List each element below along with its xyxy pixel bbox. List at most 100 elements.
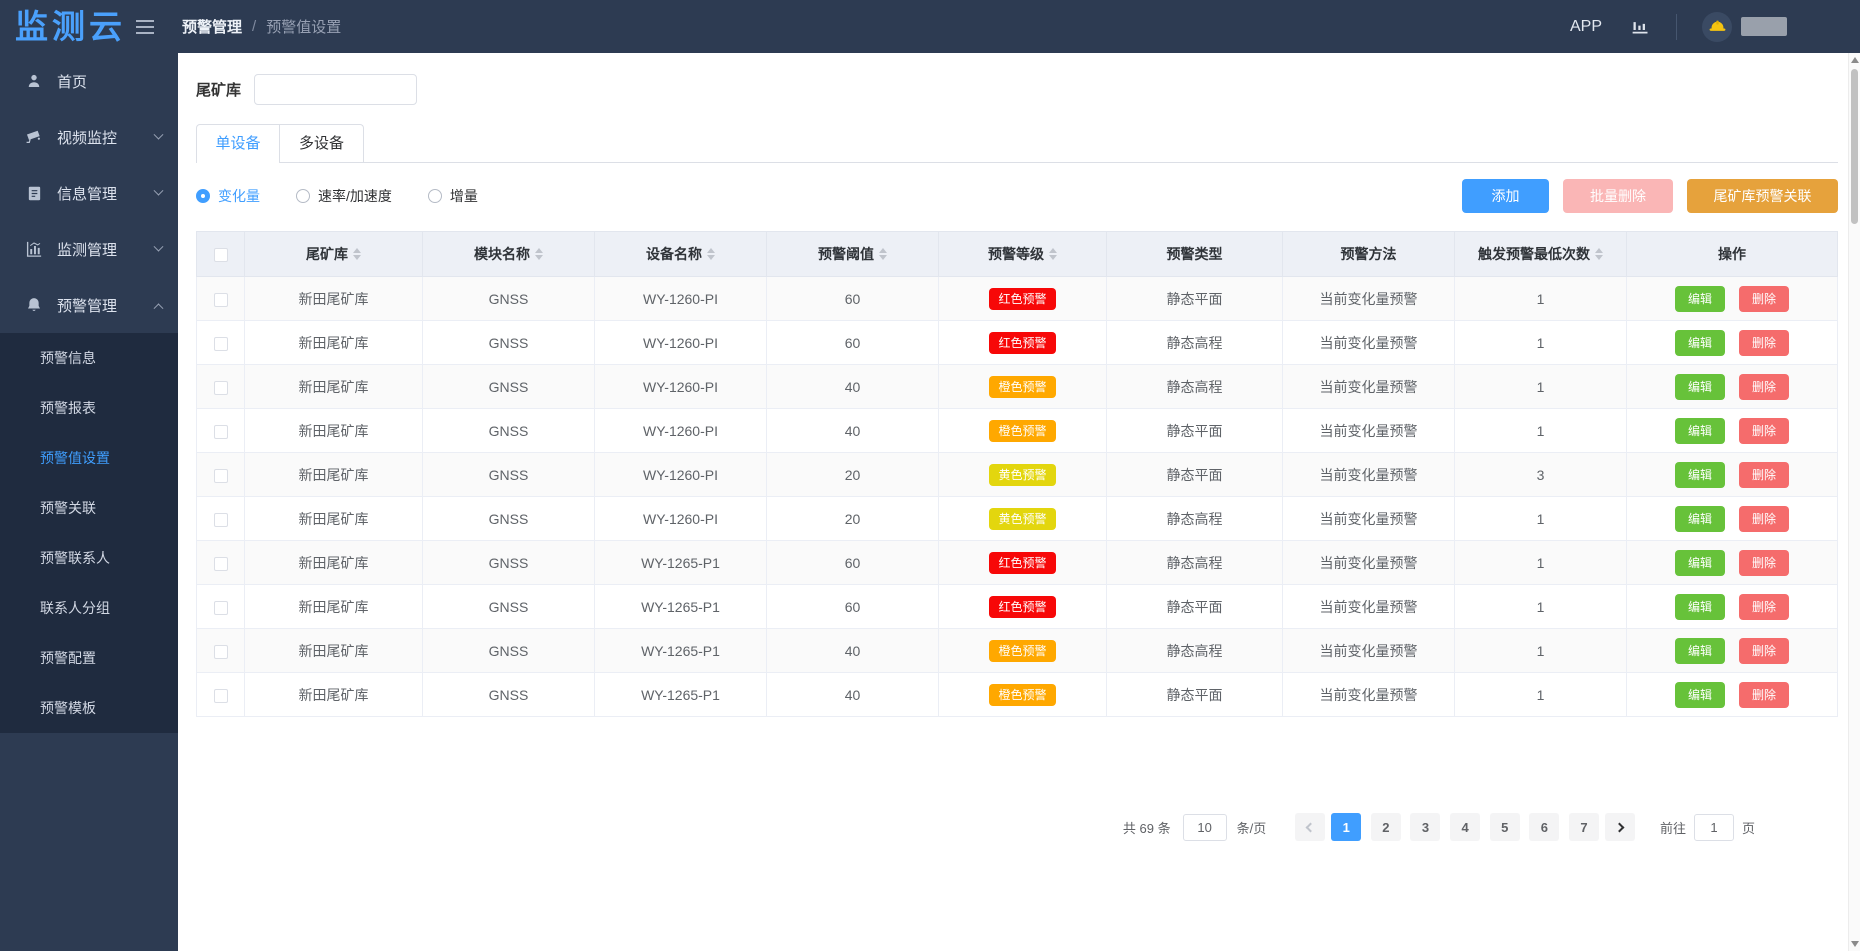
scroll-down-icon[interactable] xyxy=(1851,941,1859,947)
col-module[interactable]: 模块名称 xyxy=(423,232,595,277)
cell-min-count: 1 xyxy=(1455,409,1627,453)
cell-device: WY-1260-PI xyxy=(595,409,767,453)
row-checkbox[interactable] xyxy=(214,381,228,395)
sidebar-item-info[interactable]: 信息管理 xyxy=(0,165,178,221)
row-checkbox[interactable] xyxy=(214,645,228,659)
page-button[interactable]: 2 xyxy=(1371,813,1401,841)
col-level[interactable]: 预警等级 xyxy=(939,232,1107,277)
add-button[interactable]: 添加 xyxy=(1462,179,1549,213)
sort-icon[interactable] xyxy=(1595,248,1603,260)
scrollbar-thumb[interactable] xyxy=(1851,69,1858,224)
pagination: 共 69 条 条/页 1 2 3 4 5 6 7 前往 页 xyxy=(196,813,1838,841)
hamburger-icon[interactable] xyxy=(136,20,154,34)
row-checkbox[interactable] xyxy=(214,557,228,571)
delete-button[interactable]: 删除 xyxy=(1739,286,1789,312)
col-tailings[interactable]: 尾矿库 xyxy=(245,232,423,277)
goto-suffix: 页 xyxy=(1742,818,1755,837)
edit-button[interactable]: 编辑 xyxy=(1675,594,1725,620)
prev-page-button[interactable] xyxy=(1295,813,1325,841)
radio-rate-acceleration[interactable]: 速率/加速度 xyxy=(296,186,392,206)
page-button[interactable]: 6 xyxy=(1529,813,1559,841)
delete-button[interactable]: 删除 xyxy=(1739,418,1789,444)
cell-device: WY-1265-P1 xyxy=(595,585,767,629)
chevron-down-icon xyxy=(154,129,164,139)
scroll-up-icon[interactable] xyxy=(1851,57,1859,63)
next-page-button[interactable] xyxy=(1605,813,1635,841)
hard-hat-icon xyxy=(1708,17,1727,36)
edit-button[interactable]: 编辑 xyxy=(1675,682,1725,708)
delete-button[interactable]: 删除 xyxy=(1739,374,1789,400)
page-size-input[interactable] xyxy=(1183,814,1227,841)
submenu-item[interactable]: 预警配置 xyxy=(0,633,178,683)
tailings-warning-link-button[interactable]: 尾矿库预警关联 xyxy=(1687,179,1838,213)
cell-module: GNSS xyxy=(423,321,595,365)
row-checkbox[interactable] xyxy=(214,689,228,703)
row-checkbox[interactable] xyxy=(214,469,228,483)
edit-button[interactable]: 编辑 xyxy=(1675,418,1725,444)
page-button[interactable]: 5 xyxy=(1490,813,1520,841)
sidebar-item-warning[interactable]: 预警管理 xyxy=(0,277,178,333)
edit-button[interactable]: 编辑 xyxy=(1675,462,1725,488)
sort-icon[interactable] xyxy=(535,248,543,260)
breadcrumb-section[interactable]: 预警管理 xyxy=(182,16,242,37)
row-checkbox[interactable] xyxy=(214,293,228,307)
radio-increment[interactable]: 增量 xyxy=(428,186,478,206)
vertical-scrollbar[interactable] xyxy=(1848,53,1860,951)
goto-page-input[interactable] xyxy=(1694,814,1734,841)
edit-button[interactable]: 编辑 xyxy=(1675,330,1725,356)
submenu-item[interactable]: 预警模板 xyxy=(0,683,178,733)
submenu-item[interactable]: 预警值设置 xyxy=(0,433,178,483)
page-button[interactable]: 3 xyxy=(1410,813,1440,841)
select-all-checkbox[interactable] xyxy=(214,248,228,262)
sort-icon[interactable] xyxy=(353,248,361,260)
row-checkbox[interactable] xyxy=(214,425,228,439)
cell-threshold: 40 xyxy=(767,673,939,717)
edit-button[interactable]: 编辑 xyxy=(1675,286,1725,312)
cell-device: WY-1265-P1 xyxy=(595,629,767,673)
avatar[interactable] xyxy=(1702,12,1732,42)
delete-button[interactable]: 删除 xyxy=(1739,550,1789,576)
delete-button[interactable]: 删除 xyxy=(1739,462,1789,488)
batch-delete-button[interactable]: 批量删除 xyxy=(1563,179,1673,213)
col-device[interactable]: 设备名称 xyxy=(595,232,767,277)
edit-button[interactable]: 编辑 xyxy=(1675,638,1725,664)
edit-button[interactable]: 编辑 xyxy=(1675,506,1725,532)
delete-button[interactable]: 删除 xyxy=(1739,638,1789,664)
delete-button[interactable]: 删除 xyxy=(1739,330,1789,356)
submenu-item[interactable]: 预警报表 xyxy=(0,383,178,433)
cell-threshold: 20 xyxy=(767,497,939,541)
sidebar-item-home[interactable]: 首页 xyxy=(0,53,178,109)
submenu-item[interactable]: 联系人分组 xyxy=(0,583,178,633)
sidebar-item-video[interactable]: 视频监控 xyxy=(0,109,178,165)
edit-button[interactable]: 编辑 xyxy=(1675,550,1725,576)
radio-change-amount[interactable]: 变化量 xyxy=(196,186,260,206)
tailings-filter-input[interactable] xyxy=(254,74,417,105)
table-header-row: 尾矿库 模块名称 设备名称 预警阈值 预警等级 预警类型 预警方法 触发预警最低… xyxy=(197,232,1838,277)
sidebar-item-monitor[interactable]: 监测管理 xyxy=(0,221,178,277)
col-min-count[interactable]: 触发预警最低次数 xyxy=(1455,232,1627,277)
sort-icon[interactable] xyxy=(1049,248,1057,260)
sort-icon[interactable] xyxy=(879,248,887,260)
table-row: 新田尾矿库 GNSS WY-1260-PI 40 橙色预警 静态高程 当前变化量… xyxy=(197,365,1838,409)
sort-icon[interactable] xyxy=(707,248,715,260)
delete-button[interactable]: 删除 xyxy=(1739,594,1789,620)
submenu-item[interactable]: 预警联系人 xyxy=(0,533,178,583)
warning-level-badge: 红色预警 xyxy=(989,552,1055,574)
delete-button[interactable]: 删除 xyxy=(1739,506,1789,532)
row-checkbox[interactable] xyxy=(214,601,228,615)
page-button[interactable]: 7 xyxy=(1569,813,1599,841)
table-row: 新田尾矿库 GNSS WY-1265-P1 60 红色预警 静态高程 当前变化量… xyxy=(197,541,1838,585)
tab-multi-device[interactable]: 多设备 xyxy=(280,124,364,162)
app-link[interactable]: APP xyxy=(1570,18,1602,36)
col-threshold[interactable]: 预警阈值 xyxy=(767,232,939,277)
edit-button[interactable]: 编辑 xyxy=(1675,374,1725,400)
page-button[interactable]: 1 xyxy=(1331,813,1361,841)
row-checkbox[interactable] xyxy=(214,513,228,527)
submenu-item[interactable]: 预警关联 xyxy=(0,483,178,533)
submenu-item[interactable]: 预警信息 xyxy=(0,333,178,383)
tab-single-device[interactable]: 单设备 xyxy=(196,124,280,162)
page-button[interactable]: 4 xyxy=(1450,813,1480,841)
bar-chart-icon[interactable] xyxy=(1630,16,1651,37)
delete-button[interactable]: 删除 xyxy=(1739,682,1789,708)
row-checkbox[interactable] xyxy=(214,337,228,351)
